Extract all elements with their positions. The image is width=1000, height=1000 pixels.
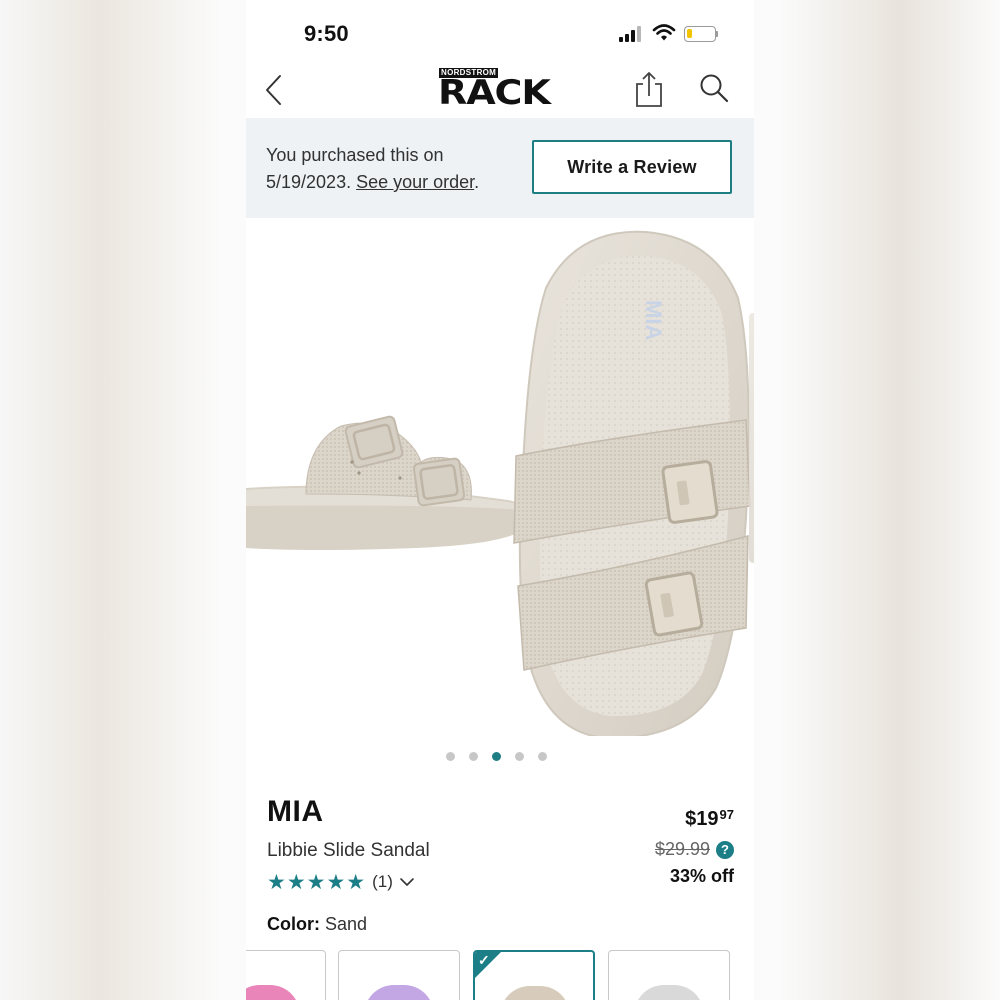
- share-icon[interactable]: [632, 70, 666, 110]
- original-price-row: $29.99 ?: [655, 839, 734, 860]
- chevron-left-icon[interactable]: [260, 73, 290, 107]
- brand-name[interactable]: MIA: [267, 795, 324, 829]
- swatch-lilac[interactable]: [338, 950, 460, 1000]
- phone-screen: 9:50 NORDSTROM RACK You purchased this o…: [246, 0, 754, 1000]
- swatch-thumbnail: [364, 985, 434, 1000]
- carousel-dot[interactable]: [469, 751, 478, 761]
- logo-main-text: RACK: [438, 73, 551, 113]
- price-block: $19 97 $29.99 ? 33% off: [655, 808, 734, 887]
- checkmark-icon: ✓: [478, 952, 490, 968]
- purchase-banner: You purchased this on 5/19/2023. See you…: [246, 118, 754, 218]
- chevron-down-icon[interactable]: [399, 876, 415, 888]
- product-image-gallery[interactable]: MIA: [246, 218, 754, 736]
- swatch-gray[interactable]: [608, 950, 730, 1000]
- product-image: MIA: [246, 230, 751, 736]
- see-your-order-link[interactable]: See your order: [356, 172, 474, 192]
- battery-icon: [684, 26, 716, 42]
- status-time: 9:50: [304, 21, 349, 46]
- status-bar: 9:50: [246, 0, 754, 62]
- carousel-dots: [446, 750, 556, 762]
- swatch-thumbnail: [634, 985, 704, 1000]
- swatch-sand[interactable]: ✓: [473, 950, 595, 1000]
- sale-price: $19 97: [685, 808, 734, 831]
- footbed-logo: MIA: [641, 300, 666, 340]
- color-value: Sand: [325, 914, 368, 934]
- next-image-preview: [749, 313, 754, 563]
- star-rating: ★★★★★: [267, 870, 367, 894]
- product-name: Libbie Slide Sandal: [267, 840, 430, 861]
- discount-percent: 33% off: [669, 866, 734, 886]
- swatch-pink[interactable]: [246, 950, 326, 1000]
- nordstrom-rack-logo[interactable]: NORDSTROM RACK: [438, 68, 562, 112]
- carousel-dot[interactable]: [515, 751, 524, 761]
- nav-bar: NORDSTROM RACK: [246, 62, 754, 119]
- side-view-sandal: [246, 415, 532, 550]
- link-suffix: .: [474, 172, 480, 192]
- swatch-thumbnail: [246, 985, 300, 1000]
- purchase-date: 5/19/2023.: [266, 172, 352, 192]
- write-review-button[interactable]: Write a Review: [532, 140, 732, 194]
- top-view-sandal: MIA: [513, 230, 751, 736]
- original-price: $29.99: [654, 839, 710, 859]
- wifi-icon: [652, 24, 676, 41]
- purchase-message: You purchased this on 5/19/2023. See you…: [266, 142, 526, 196]
- swatch-thumbnail: [500, 986, 570, 1000]
- color-selection-label: Color: Sand: [267, 914, 367, 935]
- review-count: (1): [372, 872, 393, 891]
- battery-level: [687, 29, 692, 38]
- rating-summary[interactable]: ★★★★★ (1): [267, 870, 415, 894]
- carousel-dot[interactable]: [446, 751, 455, 761]
- cellular-signal-icon: [619, 26, 643, 42]
- sale-price-dollars: $19: [685, 808, 719, 830]
- battery-cap: [716, 31, 718, 37]
- search-icon[interactable]: [698, 72, 732, 106]
- purchase-line1: You purchased this on: [266, 145, 444, 165]
- carousel-dot-active[interactable]: [492, 751, 501, 761]
- sale-price-cents: 97: [719, 807, 734, 822]
- question-mark-icon[interactable]: ?: [716, 840, 734, 859]
- carousel-dot[interactable]: [538, 751, 547, 761]
- color-label: Color:: [267, 914, 320, 934]
- color-swatches: ✓: [246, 950, 754, 1000]
